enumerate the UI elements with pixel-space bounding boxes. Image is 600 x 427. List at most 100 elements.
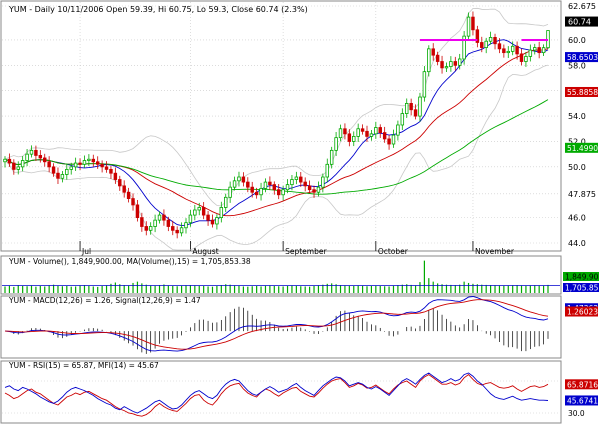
candle-body <box>263 181 268 189</box>
candle-body <box>219 207 224 219</box>
month-label: October <box>378 247 409 256</box>
candle-body <box>303 181 307 187</box>
candle-body <box>391 134 396 145</box>
candle-body <box>104 166 109 170</box>
candle-body <box>497 43 502 50</box>
candle-body <box>365 130 369 137</box>
candle-body <box>109 168 113 174</box>
candle-body <box>162 214 166 221</box>
month-label: November <box>475 247 515 256</box>
candle-body <box>321 176 325 188</box>
macd-value-label: 1.26023 <box>567 308 598 317</box>
candle-body <box>228 186 232 198</box>
candle-body <box>374 127 378 135</box>
rsi-value-label: 65.8716 <box>567 380 598 389</box>
candle-body <box>493 37 497 45</box>
candle-body <box>502 48 506 54</box>
candle-body <box>488 37 493 42</box>
candle-body <box>148 226 153 231</box>
volume-value-label: 1,849.90 <box>565 273 599 282</box>
candle-body <box>285 184 290 191</box>
last-price-box: 60.74 <box>565 16 598 27</box>
candle-body <box>290 179 294 186</box>
candle-body <box>422 71 427 98</box>
price-tick-label: 50.0 <box>568 163 586 172</box>
candle-body <box>73 162 78 168</box>
macd-panel-title: YUM - MACD(12,26) = 1.26, Signal(12,26,9… <box>8 296 201 305</box>
candle-body <box>51 166 56 174</box>
price-tick-label: 47.875 <box>568 190 596 199</box>
candle-body <box>241 176 246 183</box>
candle-body <box>378 127 382 133</box>
candle-body <box>224 196 228 208</box>
candle-body <box>206 214 210 221</box>
candle-body <box>197 207 201 211</box>
volume-ma-label: 1,705.85 <box>565 284 599 293</box>
candle-body <box>246 181 250 188</box>
candle-body <box>237 176 241 182</box>
candle-body <box>175 229 179 234</box>
candle-body <box>171 226 175 231</box>
ma-value-label: 58.6503 <box>567 53 598 62</box>
candle-body <box>338 128 343 139</box>
candle-body <box>16 166 20 170</box>
candle-body <box>435 54 440 62</box>
candle-body <box>484 40 488 48</box>
candle-body <box>91 158 96 163</box>
candle-body <box>56 172 60 179</box>
candle-body <box>524 56 528 62</box>
candle-body <box>140 217 144 227</box>
candle-body <box>184 222 188 229</box>
month-label: Jul <box>81 247 91 256</box>
candle-body <box>528 49 533 57</box>
candle-body <box>400 113 405 126</box>
candle-body <box>294 176 299 180</box>
candle-body <box>444 66 449 69</box>
candle-body <box>471 16 475 31</box>
candle-body <box>325 163 329 178</box>
candle-body <box>60 174 65 179</box>
candle-body <box>25 153 29 161</box>
candle-body <box>268 181 272 186</box>
candle-body <box>153 219 157 227</box>
candle-body <box>82 160 87 165</box>
candle-body <box>215 217 219 225</box>
candle-body <box>431 48 435 56</box>
candle-body <box>232 180 237 188</box>
candle-body <box>12 162 16 170</box>
ma-value-label: 51.4990 <box>567 144 598 153</box>
candle-body <box>515 45 519 55</box>
candle-body <box>7 158 12 164</box>
candle-body <box>541 47 546 54</box>
volume-title-text: YUM - Volume(), 1,849,900.00, MA(Volume(… <box>8 257 251 266</box>
candle-body <box>250 186 254 193</box>
price-tick-label: 44.0 <box>568 239 586 248</box>
candle-body <box>20 160 25 168</box>
candle-body <box>34 149 38 156</box>
candle-body <box>210 219 215 225</box>
candle-body <box>466 16 471 37</box>
price-tick-label: 60.0 <box>568 36 586 45</box>
candle-body <box>201 207 206 216</box>
candle-body <box>3 158 7 163</box>
stock-chart: YUM - Daily 10/11/2006 Open 59.39, Hi 60… <box>0 0 600 427</box>
candle-body <box>135 204 140 219</box>
candle-body <box>299 176 303 183</box>
candle-body <box>356 128 360 137</box>
candle-body <box>193 209 197 216</box>
candle-body <box>405 103 409 114</box>
last-price-label: 60.74 <box>568 18 591 27</box>
candle-body <box>65 168 69 175</box>
candle-body <box>166 219 171 227</box>
month-label: August <box>192 247 218 256</box>
price-chart-title: YUM - Daily 10/11/2006 Open 59.39, Hi 60… <box>8 5 308 14</box>
candle-body <box>38 155 43 159</box>
candle-body <box>87 158 91 161</box>
candle-body <box>387 138 391 145</box>
candle-body <box>519 53 524 62</box>
candle-body <box>449 61 453 67</box>
candle-body <box>29 149 34 155</box>
candle-body <box>69 166 73 170</box>
candle-body <box>369 133 374 137</box>
rsi-panel-title: YUM - RSI(15) = 65.87, MFI(14) = 45.67 <box>8 361 159 370</box>
